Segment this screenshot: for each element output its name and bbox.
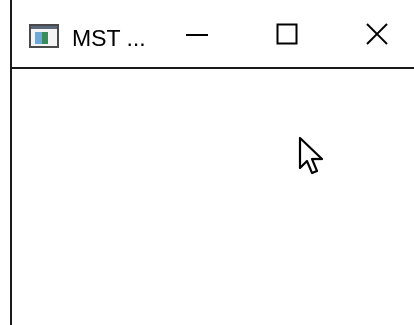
- app-window-icon[interactable]: [29, 24, 59, 48]
- app-window: MST ...: [10, 0, 414, 325]
- maximize-icon: [276, 23, 298, 44]
- app-icon-green-block: [42, 32, 48, 44]
- mouse-pointer-icon: [298, 136, 324, 175]
- title-bar[interactable]: MST ...: [12, 0, 414, 69]
- app-icon-blue-block: [35, 32, 42, 44]
- app-icon-titlebar-strip: [31, 26, 57, 29]
- minimize-icon: [186, 33, 208, 36]
- close-icon: [366, 22, 388, 45]
- window-content-area[interactable]: [12, 69, 414, 325]
- minimize-button[interactable]: [152, 0, 242, 67]
- window-title: MST ...: [72, 25, 146, 51]
- close-button[interactable]: [332, 0, 414, 67]
- maximize-button[interactable]: [242, 0, 332, 67]
